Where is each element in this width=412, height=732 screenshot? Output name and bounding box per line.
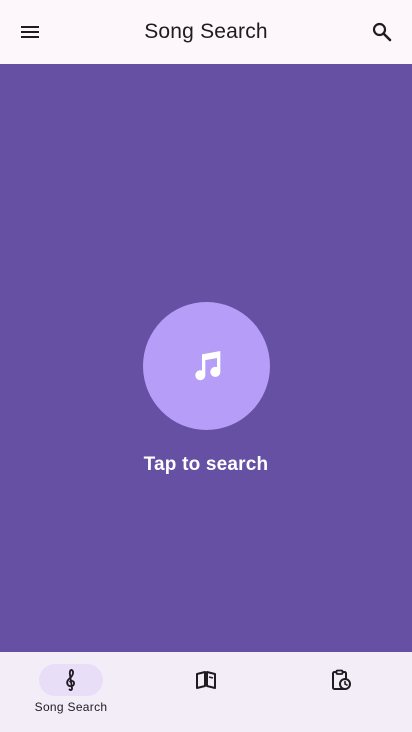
top-app-bar: Song Search [0, 0, 412, 64]
menu-button[interactable] [12, 14, 48, 50]
nav-indicator [309, 664, 373, 696]
tap-to-search-label: Tap to search [143, 454, 269, 475]
bottom-navigation: Song Search [0, 652, 412, 732]
music-note-icon [194, 351, 220, 381]
nav-item-library[interactable] [142, 652, 270, 732]
library-book-icon [196, 671, 216, 689]
song-search-panel: Tap to search [0, 64, 412, 652]
nav-item-song-search[interactable]: Song Search [0, 652, 142, 732]
nav-indicator [174, 664, 238, 696]
app: Song Search Tap to search Song Search [0, 0, 412, 732]
treble-clef-icon [66, 669, 75, 691]
page-title: Song Search [144, 20, 268, 43]
search-icon [372, 22, 392, 42]
nav-active-indicator [39, 664, 103, 696]
tap-to-search-button[interactable] [143, 302, 270, 430]
nav-label-song-search: Song Search [34, 700, 108, 714]
search-button[interactable] [364, 14, 400, 50]
history-clipboard-icon [332, 669, 351, 690]
nav-item-history[interactable] [270, 652, 412, 732]
menu-icon [21, 26, 39, 38]
